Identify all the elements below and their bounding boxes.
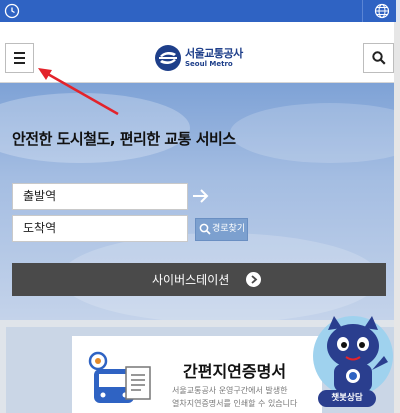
departure-station-input[interactable]: 출발역 xyxy=(12,183,188,210)
logo-mark-icon xyxy=(155,45,181,71)
chatbot-label[interactable]: 챗봇상담 xyxy=(318,390,376,407)
cyber-station-label: 사이버스테이션 xyxy=(152,273,230,287)
logo-subtitle: Seoul Metro xyxy=(185,60,233,68)
search-button[interactable] xyxy=(363,43,394,73)
seoul-metro-logo[interactable]: 서울교통공사 Seoul Metro xyxy=(154,44,250,74)
hero-tagline: 안전한 도시철도, 편리한 교통 서비스 xyxy=(12,130,236,148)
route-search-label: 경로찾기 xyxy=(212,224,246,234)
cyber-station-button[interactable]: 사이버스테이션 xyxy=(12,263,386,296)
language-button[interactable] xyxy=(362,0,400,22)
site-header: 서울교통공사 Seoul Metro xyxy=(0,22,400,83)
arrow-right-icon[interactable] xyxy=(192,186,210,206)
globe-icon xyxy=(374,3,390,19)
hamburger-menu-icon xyxy=(14,52,25,54)
card-description-line2: 열차지연증명서를 인쇄할 수 있습니다 xyxy=(172,399,298,408)
page-scrollbar[interactable] xyxy=(394,22,400,413)
route-search-button[interactable]: 경로찾기 xyxy=(195,218,248,241)
card-title: 간편지연증명서 xyxy=(183,362,287,381)
search-icon xyxy=(372,51,386,65)
menu-button[interactable] xyxy=(5,43,34,73)
train-certificate-icon xyxy=(88,351,151,403)
top-utility-bar xyxy=(0,0,400,22)
arrival-station-input[interactable]: 도착역 xyxy=(12,215,188,242)
logo-name: 서울교통공사 xyxy=(185,47,243,60)
chevron-right-icon xyxy=(246,272,261,287)
card-description-line1: 서울교통공사 운영구간에서 발생한 xyxy=(172,386,288,395)
scrollbar-top xyxy=(396,0,400,22)
search-icon xyxy=(199,223,211,235)
clock-icon[interactable] xyxy=(4,3,20,19)
